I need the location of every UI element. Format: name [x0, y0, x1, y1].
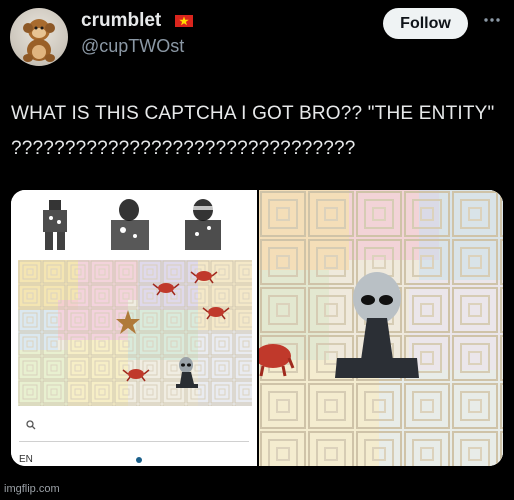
tweet-text: WHAT IS THIS CAPTCHA I GOT BRO?? "THE EN… — [11, 103, 495, 159]
captcha-example-figures — [43, 199, 221, 250]
user-display-name[interactable]: crumblet — [81, 10, 161, 32]
entity-zoom-image — [259, 190, 503, 466]
monkey-plush-avatar-icon — [23, 19, 55, 62]
follow-button[interactable]: Follow — [383, 8, 468, 39]
captcha-footer-divider — [19, 441, 249, 442]
more-options-icon[interactable] — [481, 10, 503, 30]
tweet-media[interactable]: EN — [11, 190, 503, 466]
language-label[interactable]: EN — [19, 454, 33, 465]
captcha-screenshot: EN — [11, 190, 257, 466]
example-figure-2 — [111, 199, 149, 250]
vietnam-flag-icon — [175, 15, 193, 27]
avatar[interactable] — [10, 8, 68, 66]
example-figure-1 — [43, 200, 67, 250]
captcha-image-grid[interactable] — [18, 260, 252, 406]
search-icon[interactable] — [26, 420, 36, 430]
example-figure-3 — [185, 199, 221, 250]
imgflip-watermark: imgflip.com — [4, 483, 60, 495]
page-indicator-dot — [136, 457, 142, 463]
user-handle[interactable]: @cupTWOst — [81, 36, 184, 57]
captcha-search-bar[interactable] — [18, 416, 252, 436]
